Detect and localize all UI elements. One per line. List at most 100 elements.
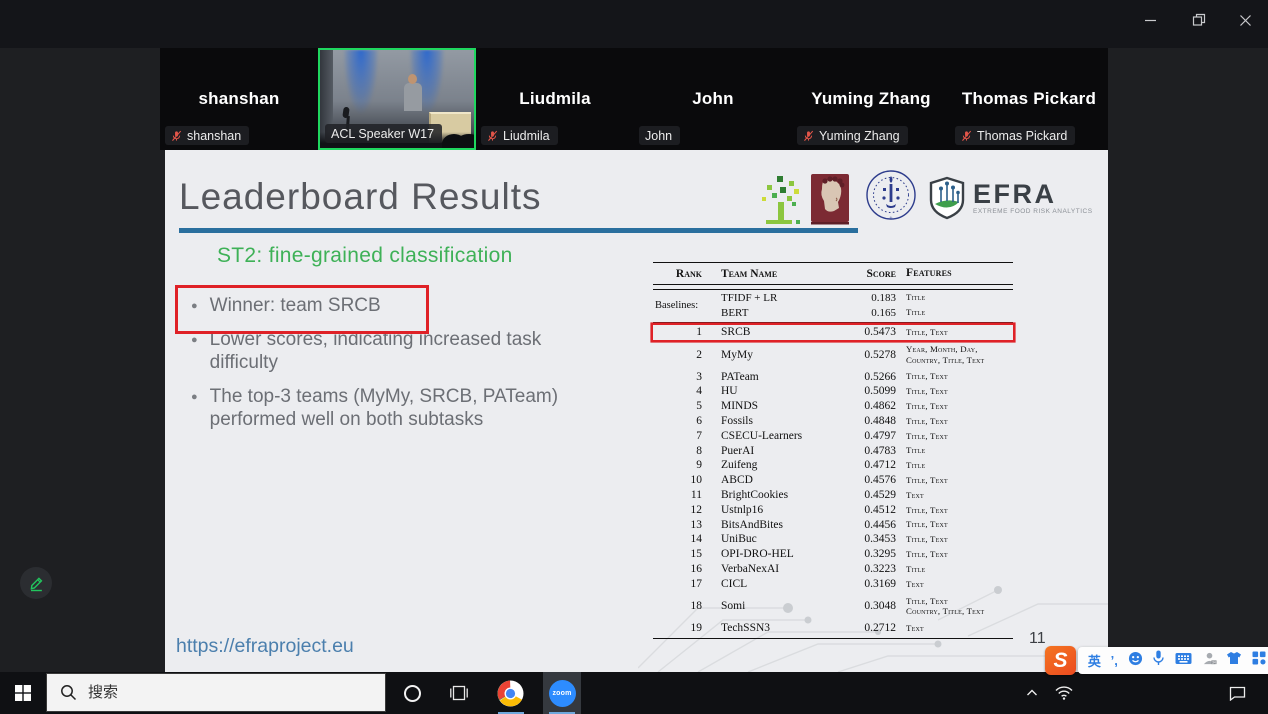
bullet-item: ● The top-3 teams (MyMy, SRCB, PATeam) p… — [191, 385, 591, 432]
bullet-dot: ● — [191, 391, 198, 432]
participant-tile[interactable]: Thomas Pickard Thomas Pickard — [950, 48, 1108, 150]
row-features: Title, Text — [896, 505, 1013, 516]
skin-icon[interactable] — [1226, 651, 1242, 670]
titlebar — [0, 0, 1268, 48]
start-button[interactable] — [0, 672, 46, 714]
participant-label: Yuming Zhang — [797, 126, 908, 145]
row-features: Title, Text — [896, 386, 1013, 397]
baseline-score: 0.183 — [841, 292, 896, 304]
row-team: UniBuc — [711, 533, 841, 545]
efra-tagline: EXTREME FOOD RISK ANALYTICS — [973, 208, 1093, 215]
sogou-toolbar-pill: 英 ’, 34 — [1078, 647, 1268, 674]
emoji-icon[interactable] — [1128, 651, 1143, 671]
row-team: PuerAI — [711, 445, 841, 457]
task-view-icon — [450, 685, 468, 701]
task-view-button[interactable] — [441, 672, 477, 714]
row-score: 0.4529 — [841, 489, 896, 501]
leaderboard-row: 8 PuerAI 0.4783 Title — [653, 443, 1013, 458]
row-features: Title, Text — [896, 475, 1013, 486]
row-score: 0.5278 — [841, 349, 896, 361]
zoom-taskbar-button[interactable]: zoom — [543, 672, 581, 714]
minimize-icon — [1144, 14, 1157, 27]
presentation-slide: Leaderboard Results — [165, 150, 1108, 672]
row-features: Text — [896, 623, 1013, 634]
row-score: 0.4712 — [841, 459, 896, 471]
keyboard-icon[interactable] — [1175, 652, 1192, 670]
slide-url: https://efraproject.eu — [176, 635, 354, 658]
row-rank: 18 — [653, 600, 711, 612]
row-rank: 1 — [653, 326, 711, 338]
row-score: 0.4783 — [841, 445, 896, 457]
bullet-text: The top-3 teams (MyMy, SRCB, PATeam) per… — [210, 385, 566, 432]
row-team: BitsAndBites — [711, 519, 841, 531]
row-rank: 3 — [653, 371, 711, 383]
row-team: OPI-DRO-HEL — [711, 548, 841, 560]
baseline-score: 0.165 — [841, 307, 896, 319]
toolbox-icon[interactable] — [1252, 651, 1266, 670]
row-rank: 7 — [653, 430, 711, 442]
row-rank: 15 — [653, 548, 711, 560]
annotate-button[interactable] — [20, 567, 52, 599]
row-score: 0.4576 — [841, 474, 896, 486]
row-team: TechSSN3 — [711, 622, 841, 634]
leaderboard-row: 17 CICL 0.3169 Text — [653, 576, 1013, 591]
row-team: MyMy — [711, 349, 841, 361]
punctuation-icon[interactable]: ’, — [1111, 653, 1118, 668]
chrome-taskbar-button[interactable] — [492, 672, 529, 714]
row-score: 0.4512 — [841, 504, 896, 516]
participant-label-text: Thomas Pickard — [977, 129, 1067, 143]
wifi-button[interactable] — [1050, 672, 1078, 714]
participant-tile[interactable]: ACL Speaker W17 — [318, 48, 476, 150]
title-underline — [179, 228, 858, 233]
participant-tile[interactable]: Liudmila Liudmila — [476, 48, 634, 150]
row-features: Title, Text — [896, 549, 1013, 560]
row-features: Year, Month, Day, Country, Title, Text — [896, 344, 1013, 365]
close-button[interactable] — [1222, 0, 1268, 40]
leaderboard-row: 5 MINDS 0.4862 Title, Text — [653, 399, 1013, 414]
table-bottom-rule — [653, 638, 1013, 639]
row-rank: 14 — [653, 533, 711, 545]
voice-input-icon[interactable] — [1152, 650, 1165, 671]
participant-tile[interactable]: Yuming Zhang Yuming Zhang — [792, 48, 950, 150]
cortana-button[interactable] — [395, 672, 429, 714]
row-score: 0.3453 — [841, 533, 896, 545]
header-team: Team Name — [711, 268, 841, 280]
account-icon[interactable]: 34 — [1202, 651, 1217, 671]
participant-tile[interactable]: shanshan shanshan — [160, 48, 318, 150]
leaderboard-table: Rank Team Name Score Features Baselines:… — [653, 262, 1013, 639]
row-features: Title — [896, 445, 1013, 456]
row-features: Title — [896, 460, 1013, 471]
row-score: 0.3295 — [841, 548, 896, 560]
minimize-button[interactable] — [1127, 0, 1173, 40]
row-score: 0.4797 — [841, 430, 896, 442]
participant-label: shanshan — [165, 126, 249, 145]
tray-expand-button[interactable] — [1020, 672, 1044, 714]
participant-label-text: ACL Speaker W17 — [331, 127, 434, 141]
slide-title: Leaderboard Results — [179, 176, 542, 218]
mic-muted-icon — [171, 130, 182, 142]
participant-label: Liudmila — [481, 126, 558, 145]
row-rank: 11 — [653, 489, 711, 501]
baselines-section: Baselines: TFIDF + LR 0.183 Title BERT 0… — [653, 290, 1013, 320]
restore-icon — [1192, 13, 1206, 27]
slide-logos: + — [759, 166, 1099, 228]
baseline-row: BERT 0.165 Title — [711, 305, 1013, 320]
taskbar-search[interactable] — [46, 673, 386, 712]
row-rank: 10 — [653, 474, 711, 486]
leaderboard-row: 15 OPI-DRO-HEL 0.3295 Title, Text — [653, 547, 1013, 562]
english-mode-indicator[interactable]: 英 — [1088, 651, 1101, 670]
leaderboard-row: 13 BitsAndBites 0.4456 Title, Text — [653, 517, 1013, 532]
row-team: Ustnlp16 — [711, 504, 841, 516]
search-input[interactable] — [86, 683, 360, 702]
row-features: Title, Text — [896, 534, 1013, 545]
action-center-button[interactable] — [1222, 672, 1252, 714]
mic-muted-icon — [487, 130, 498, 142]
restore-button[interactable] — [1176, 0, 1222, 40]
sogou-logo-icon[interactable]: S — [1045, 646, 1076, 675]
row-team: MINDS — [711, 400, 841, 412]
participant-tile[interactable]: John John — [634, 48, 792, 150]
row-rank: 2 — [653, 349, 711, 361]
row-score: 0.2712 — [841, 622, 896, 634]
windows-taskbar: zoom CH S 英 S 20:38 2025/7/31 — [0, 672, 1268, 714]
efra-name: EFRA — [973, 181, 1093, 207]
